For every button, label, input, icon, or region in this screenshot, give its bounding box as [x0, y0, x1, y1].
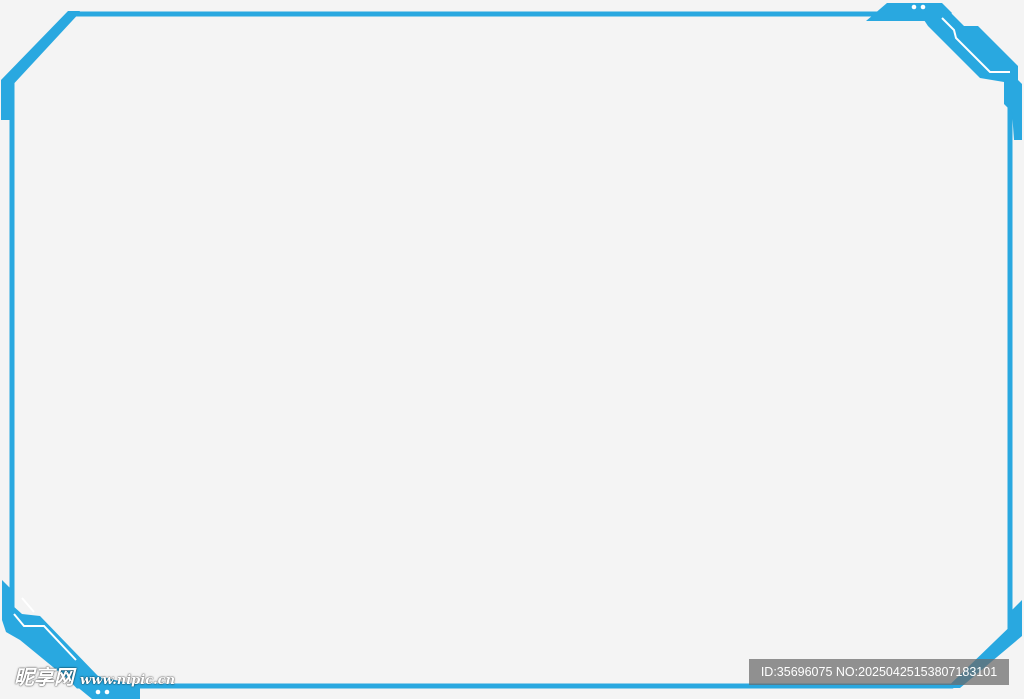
tab-dot	[95, 689, 101, 695]
tab-dot	[911, 4, 917, 10]
tech-frame	[1, 3, 1022, 699]
corner-top-right	[920, 14, 1022, 140]
watermark-logo: 昵享网 www.nipic.cn	[14, 661, 176, 689]
corner-bottom-left-accent	[21, 597, 35, 613]
tab-dot	[104, 689, 110, 695]
watermark-site: www.nipic.cn	[80, 673, 176, 688]
watermark-id-badge: ID:35696075 NO:20250425153807183101	[749, 659, 1009, 685]
frame-outline	[9, 11, 1013, 689]
watermark-brand: 昵享网	[14, 665, 74, 689]
tab-dot	[920, 4, 926, 10]
